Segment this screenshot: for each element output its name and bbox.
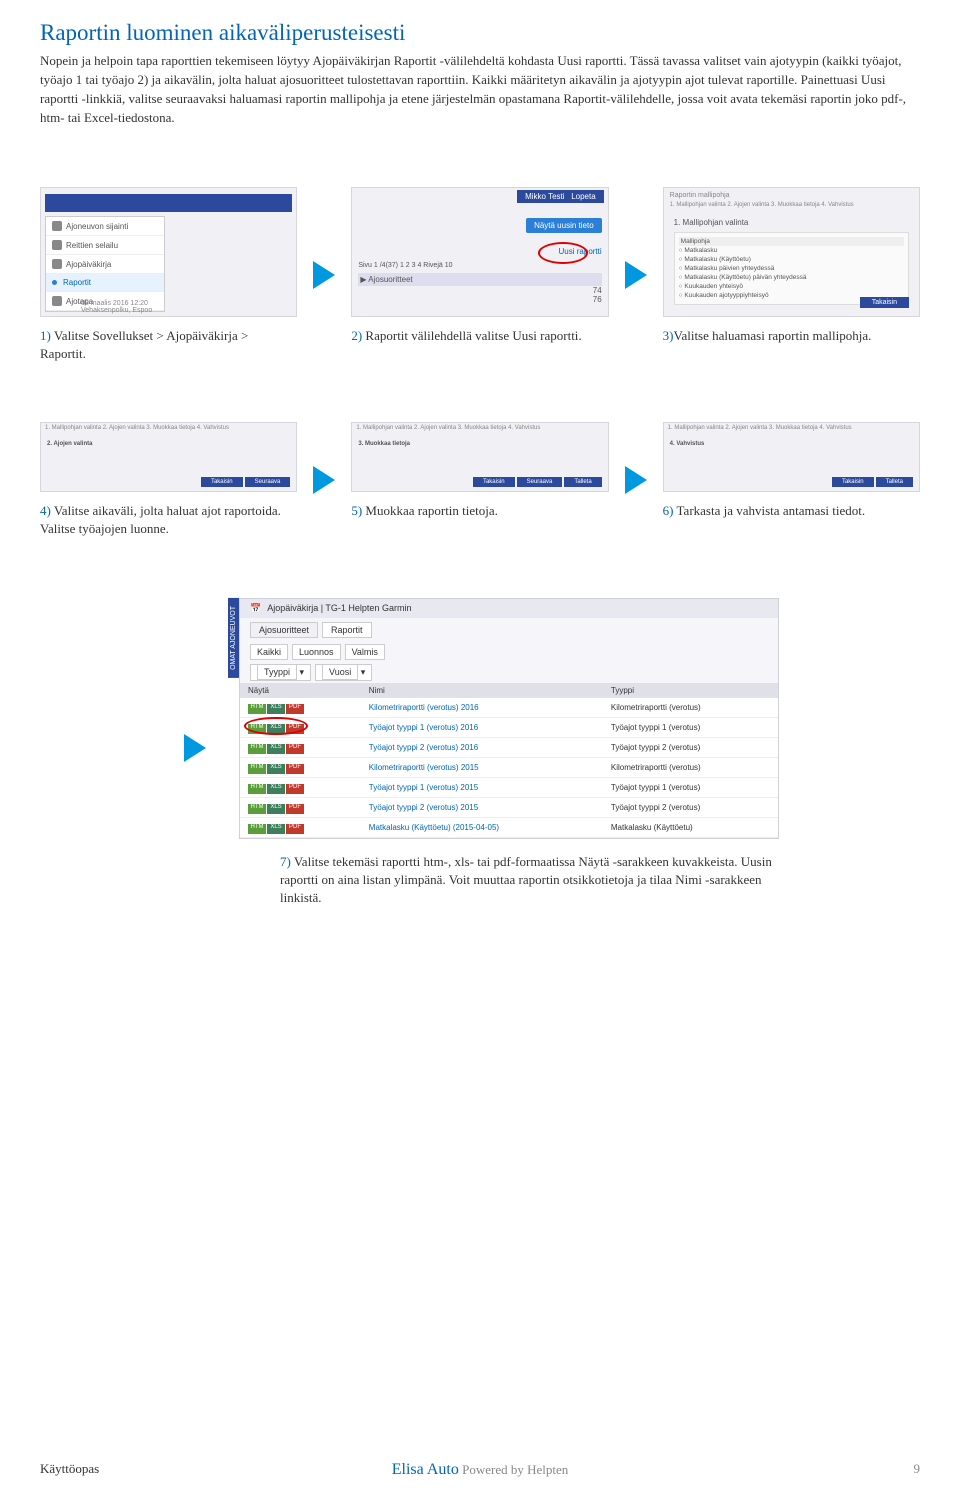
step-7-area: OMAT AJONEUVOT 📅Ajopäiväkirja | TG-1 Hel… <box>180 598 920 839</box>
dot-icon <box>52 280 57 285</box>
report-name-link[interactable]: Kilometriraportti (verotus) 2016 <box>361 698 603 718</box>
report-type: Työajot tyyppi 1 (verotus) <box>603 717 778 737</box>
table-row[interactable]: HTMXLSPDF Kilometriraportti (verotus) 201… <box>240 757 778 777</box>
table-row[interactable]: HTMXLSPDFTyöajot tyyppi 1 (verotus) 2016… <box>240 717 778 737</box>
footer-brand: Elisa Auto Powered by Helpten <box>392 1461 569 1479</box>
table-row[interactable]: HTMXLSPDF Matkalasku (Käyttöetu) (2015-04… <box>240 817 778 837</box>
reports-table: Näytä Nimi Tyyppi HTMXLSPDFKilometrirapo… <box>240 683 778 838</box>
sidebar-tab: OMAT AJONEUVOT <box>228 598 239 678</box>
xls-badge[interactable]: XLS <box>267 804 285 814</box>
steps-row-2: 1. Mallipohjan valinta 2. Ajojen valinta… <box>40 422 920 537</box>
footer-left: Käyttöopas <box>40 1461 99 1477</box>
filter-draft[interactable]: Luonnos <box>292 644 341 660</box>
pdf-badge[interactable]: PDF <box>286 804 304 814</box>
col-show: Näytä <box>240 683 361 698</box>
year-dropdown[interactable]: Vuosi ▾ <box>315 664 372 681</box>
tab-raportit[interactable]: Raportit <box>322 622 372 638</box>
report-type: Kilometriraportti (verotus) <box>603 757 778 777</box>
thumbnail-step-2: Mikko Testi Lopeta Näytä uusin tieto Uus… <box>351 187 608 317</box>
thumbnail-step-3: Raportin mallipohja 1. Mallipohjan valin… <box>663 187 920 317</box>
page-number: 9 <box>914 1461 921 1477</box>
gauge-icon <box>52 296 62 306</box>
arrow-icon <box>625 466 647 494</box>
caption-2: 2) Raportit välilehdellä valitse Uusi ra… <box>351 327 608 345</box>
caption-7: 7) Valitse tekemäsi raportti htm-, xls- … <box>280 853 800 908</box>
table-row[interactable]: HTMXLSPDF Työajot tyyppi 1 (verotus) 2015… <box>240 777 778 797</box>
pdf-badge[interactable]: PDF <box>286 744 304 754</box>
report-type: Matkalasku (Käyttöetu) <box>603 817 778 837</box>
pdf-badge[interactable]: PDF <box>286 824 304 834</box>
report-type: Kilometriraportti (verotus) <box>603 698 778 718</box>
thumbnail-step-1: Ajoneuvon sijainti Reittien selailu Ajop… <box>40 187 297 317</box>
route-icon <box>52 240 62 250</box>
htm-badge[interactable]: HTM <box>248 764 266 774</box>
caption-5: 5) Muokkaa raportin tietoja. <box>351 502 608 520</box>
table-row[interactable]: HTMXLSPDF Työajot tyyppi 2 (verotus) 2016… <box>240 737 778 757</box>
col-type: Tyyppi <box>603 683 778 698</box>
report-name-link[interactable]: Työajot tyyppi 1 (verotus) 2016 <box>361 717 603 737</box>
report-type: Työajot tyyppi 2 (verotus) <box>603 737 778 757</box>
htm-badge[interactable]: HTM <box>248 824 266 834</box>
report-name-link[interactable]: Työajot tyyppi 2 (verotus) 2015 <box>361 797 603 817</box>
location-icon <box>52 221 62 231</box>
type-dropdown[interactable]: Tyyppi ▾ <box>250 664 311 681</box>
arrow-icon <box>625 261 647 289</box>
tab-ajosuoritteet[interactable]: Ajosuoritteet <box>250 622 318 638</box>
htm-badge[interactable]: HTM <box>248 704 266 714</box>
pdf-badge[interactable]: PDF <box>286 784 304 794</box>
caption-6: 6) Tarkasta ja vahvista antamasi tiedot. <box>663 502 920 520</box>
calendar-icon <box>52 259 62 269</box>
col-name: Nimi <box>361 683 603 698</box>
report-name-link[interactable]: Työajot tyyppi 1 (verotus) 2015 <box>361 777 603 797</box>
xls-badge[interactable]: XLS <box>267 744 285 754</box>
page-footer: Käyttöopas Elisa Auto Powered by Helpten… <box>40 1461 920 1477</box>
caption-1: 1) Valitse Sovellukset > Ajopäiväkirja >… <box>40 327 297 362</box>
filter-all[interactable]: Kaikki <box>250 644 288 660</box>
highlight-circle <box>244 717 308 735</box>
arrow-icon <box>313 261 335 289</box>
filter-done[interactable]: Valmis <box>345 644 385 660</box>
pdf-badge[interactable]: PDF <box>286 704 304 714</box>
xls-badge[interactable]: XLS <box>267 824 285 834</box>
htm-badge[interactable]: HTM <box>248 784 266 794</box>
thumbnail-step-5: 1. Mallipohjan valinta 2. Ajojen valinta… <box>351 422 608 492</box>
intro-paragraph: Nopein ja helpoin tapa raporttien tekemi… <box>40 52 920 127</box>
arrow-icon <box>313 466 335 494</box>
xls-badge[interactable]: XLS <box>267 764 285 774</box>
thumbnail-step-4: 1. Mallipohjan valinta 2. Ajojen valinta… <box>40 422 297 492</box>
calendar-icon: 📅 <box>250 603 261 614</box>
xls-badge[interactable]: XLS <box>267 704 285 714</box>
table-row[interactable]: HTMXLSPDF Kilometriraportti (verotus) 201… <box>240 698 778 718</box>
arrow-icon <box>184 734 206 762</box>
table-row[interactable]: HTMXLSPDF Työajot tyyppi 2 (verotus) 2015… <box>240 797 778 817</box>
report-name-link[interactable]: Matkalasku (Käyttöetu) (2015-04-05) <box>361 817 603 837</box>
htm-badge[interactable]: HTM <box>248 744 266 754</box>
report-type: Työajot tyyppi 1 (verotus) <box>603 777 778 797</box>
thumbnail-step-7: 📅Ajopäiväkirja | TG-1 Helpten Garmin Ajo… <box>239 598 779 839</box>
page-title: Raportin luominen aikaväliperusteisesti <box>40 20 920 46</box>
report-type: Työajot tyyppi 2 (verotus) <box>603 797 778 817</box>
pdf-badge[interactable]: PDF <box>286 764 304 774</box>
caption-3: 3)Valitse haluamasi raportin mallipohja. <box>663 327 920 345</box>
xls-badge[interactable]: XLS <box>267 784 285 794</box>
htm-badge[interactable]: HTM <box>248 804 266 814</box>
caption-4: 4) Valitse aikaväli, jolta haluat ajot r… <box>40 502 297 537</box>
report-name-link[interactable]: Työajot tyyppi 2 (verotus) 2016 <box>361 737 603 757</box>
report-name-link[interactable]: Kilometriraportti (verotus) 2015 <box>361 757 603 777</box>
steps-row-1: Ajoneuvon sijainti Reittien selailu Ajop… <box>40 187 920 362</box>
thumbnail-step-6: 1. Mallipohjan valinta 2. Ajojen valinta… <box>663 422 920 492</box>
